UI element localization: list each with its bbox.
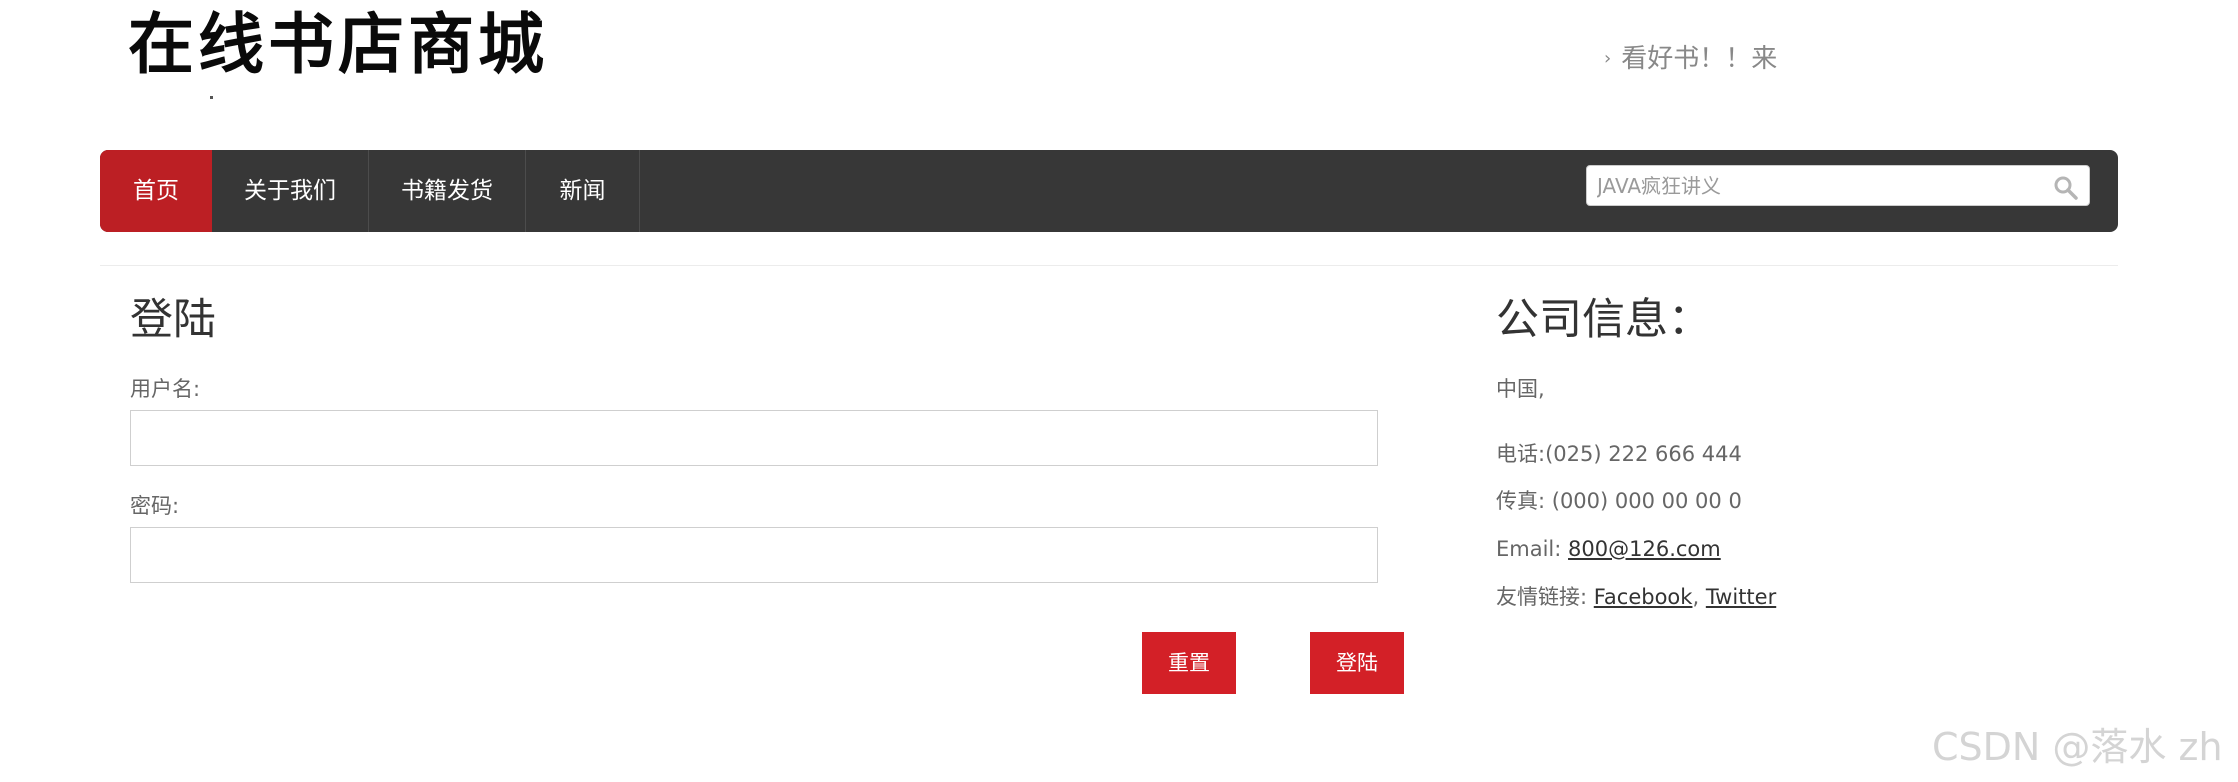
tagline-text: 看好书！！来 [1621, 44, 1778, 74]
company-email-row: Email: 800@126.com [1496, 534, 1721, 564]
reset-button[interactable]: 重置 [1142, 632, 1236, 694]
company-fax: 传真: (000) 000 00 00 0 [1496, 489, 1742, 513]
page: 在线书店商城 › 看好书！！来 首页 关于我们 书籍发货 新闻 登陆 用户名: 密… [0, 0, 2238, 782]
email-label: Email: [1496, 537, 1562, 561]
main-navbar: 首页 关于我们 书籍发货 新闻 [100, 150, 2118, 232]
logo-text: 在线书店商城 [128, 5, 548, 83]
friend-links-row: 友情链接: Facebook, Twitter [1496, 582, 1776, 612]
chevron-right-icon: › [1604, 48, 1612, 69]
email-link[interactable]: 800@126.com [1568, 537, 1721, 561]
username-label: 用户名: [130, 377, 201, 401]
nav-item-news[interactable]: 新闻 [526, 150, 640, 232]
company-phone: 电话:(025) 222 666 444 [1496, 442, 1742, 466]
nav-item-home[interactable]: 首页 [100, 150, 212, 232]
twitter-link[interactable]: Twitter [1706, 585, 1776, 609]
search-input[interactable] [1595, 170, 2039, 202]
password-input[interactable] [130, 527, 1378, 583]
login-title: 登陆 [130, 295, 216, 345]
site-logo[interactable]: 在线书店商城 [124, 0, 584, 100]
password-label: 密码: [130, 494, 180, 518]
nav-item-about[interactable]: 关于我们 [212, 150, 369, 232]
company-address: 中国, [1496, 377, 1545, 401]
section-divider [100, 265, 2118, 266]
nav-item-shipping[interactable]: 书籍发货 [369, 150, 526, 232]
username-input[interactable] [130, 410, 1378, 466]
logo-artifact [210, 96, 213, 99]
login-button[interactable]: 登陆 [1310, 632, 1404, 694]
search-icon[interactable] [2053, 175, 2079, 201]
company-info-title: 公司信息： [1496, 295, 1711, 345]
header-tagline[interactable]: › 看好书！！来 [1604, 40, 1777, 78]
link-separator: , [1692, 585, 1700, 609]
csdn-watermark: CSDN @落水 zh [1932, 725, 2223, 769]
facebook-link[interactable]: Facebook [1594, 585, 1693, 609]
friend-links-label: 友情链接: [1496, 585, 1588, 609]
search-box [1586, 165, 2090, 206]
